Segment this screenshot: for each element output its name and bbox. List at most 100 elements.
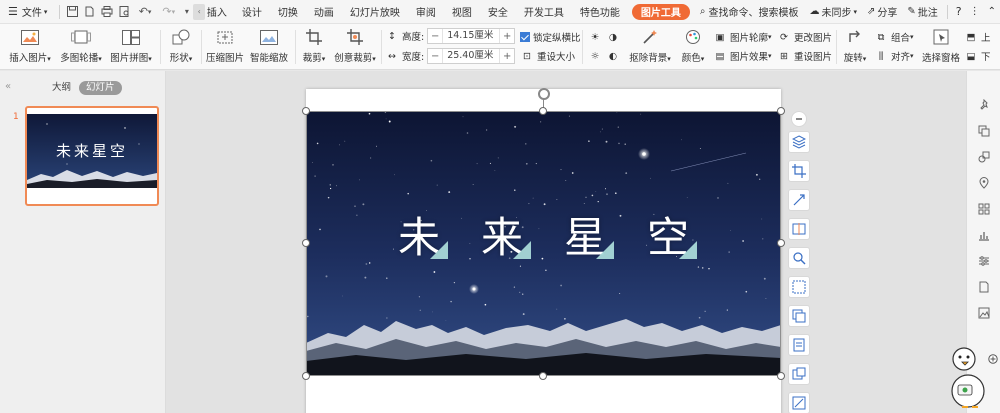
help-label: ? bbox=[955, 5, 962, 18]
picture-resize-icon[interactable] bbox=[788, 363, 810, 385]
sync-button[interactable]: ☁ 未同步 ▾ bbox=[804, 0, 862, 24]
help-button[interactable]: ? bbox=[952, 0, 966, 24]
print-icon[interactable] bbox=[99, 0, 116, 24]
picture-style-icon[interactable] bbox=[788, 392, 810, 413]
tab-outline[interactable]: 大纲 bbox=[45, 81, 78, 95]
tab-view[interactable]: 视图 bbox=[444, 0, 480, 24]
selection-pane-icon bbox=[930, 27, 952, 47]
location-icon[interactable] bbox=[976, 175, 992, 191]
picture-to-text-icon[interactable] bbox=[788, 305, 810, 327]
resize-handle-left[interactable] bbox=[302, 239, 310, 247]
picture-collage-button[interactable]: 图片拼图▾ bbox=[108, 24, 154, 70]
command-search[interactable]: ⌕ 查找命令、搜索模板 bbox=[694, 0, 805, 24]
picture-beautify-icon[interactable] bbox=[788, 334, 810, 356]
decrement-button[interactable]: − bbox=[428, 51, 442, 62]
insert-picture-button[interactable]: 插入图片▾ bbox=[8, 24, 52, 70]
tab-animation[interactable]: 动画 bbox=[306, 0, 342, 24]
tab-security[interactable]: 安全 bbox=[480, 0, 516, 24]
save-icon[interactable] bbox=[64, 0, 81, 24]
share-icon: ⇗ bbox=[867, 6, 876, 17]
lock-ratio-checkbox[interactable]: 锁定纵横比 bbox=[520, 29, 581, 45]
compress-picture-button[interactable]: 压缩图片 bbox=[205, 24, 245, 70]
decrement-button[interactable]: − bbox=[428, 31, 442, 42]
tab-scroll-left-icon[interactable]: ‹ bbox=[193, 3, 205, 20]
tab-design[interactable]: 设计 bbox=[234, 0, 270, 24]
align-button[interactable]: ⫼ 对齐 ▾ bbox=[874, 48, 914, 64]
send-backward-button[interactable]: ⬓ 下 bbox=[964, 48, 991, 64]
layers-icon[interactable] bbox=[788, 131, 810, 153]
settings-sliders-icon[interactable] bbox=[976, 253, 992, 269]
chart-icon[interactable] bbox=[976, 227, 992, 243]
file-menu[interactable]: ☰ 文件 ▾ bbox=[0, 0, 55, 24]
export-pdf-icon[interactable] bbox=[81, 0, 98, 24]
resize-handle-bottom[interactable] bbox=[539, 372, 547, 380]
convert-icon[interactable] bbox=[788, 276, 810, 298]
tab-developer[interactable]: 开发工具 bbox=[516, 0, 572, 24]
shape-button[interactable]: 形状▾ bbox=[164, 24, 198, 70]
height-stepper[interactable]: − 14.15厘米 + bbox=[427, 28, 516, 44]
width-stepper[interactable]: − 25.40厘米 + bbox=[427, 48, 516, 64]
slide-title[interactable]: 未 来 星 空 bbox=[306, 215, 781, 261]
pin-icon[interactable] bbox=[976, 97, 992, 113]
redo-icon[interactable]: ↷ ▾ bbox=[157, 0, 180, 24]
height-value[interactable]: 14.15厘米 bbox=[442, 29, 501, 43]
tab-transition[interactable]: 切换 bbox=[270, 0, 306, 24]
remove-background-button[interactable]: 抠除背景▾ bbox=[626, 24, 674, 70]
resize-handle-top[interactable] bbox=[539, 107, 547, 115]
change-picture-button[interactable]: ⟳ 更改图片 bbox=[777, 29, 832, 45]
tab-slides[interactable]: 幻灯片 bbox=[79, 81, 122, 95]
slide-thumbnail[interactable]: 未来星空 bbox=[25, 106, 159, 206]
tab-special[interactable]: 特色功能 bbox=[572, 0, 628, 24]
zoom-picture-icon[interactable] bbox=[788, 247, 810, 269]
reset-picture-button[interactable]: ⊞ 重设图片 bbox=[777, 48, 832, 64]
tab-picture-tools[interactable]: 图片工具 bbox=[631, 3, 690, 20]
width-value[interactable]: 25.40厘米 bbox=[442, 49, 501, 63]
increment-button[interactable]: + bbox=[500, 51, 514, 62]
tab-review[interactable]: 审阅 bbox=[408, 0, 444, 24]
color-button[interactable]: 颜色▾ bbox=[676, 24, 710, 70]
brightness-down-icon[interactable]: ☼ bbox=[588, 48, 605, 64]
brightness-up-icon[interactable]: ☀ bbox=[588, 29, 605, 45]
smart-scale-button[interactable]: 智能缩放 bbox=[249, 24, 289, 70]
shape-label: 形状 bbox=[169, 53, 189, 64]
resize-handle-right[interactable] bbox=[777, 239, 785, 247]
multi-outline-button[interactable]: 多图轮播▾ bbox=[58, 24, 104, 70]
compare-icon[interactable] bbox=[788, 218, 810, 240]
grid-icon[interactable] bbox=[976, 201, 992, 217]
increment-button[interactable]: + bbox=[500, 31, 514, 42]
zoom-out-icon[interactable] bbox=[791, 111, 807, 127]
rotate-button[interactable]: 旋转▾ bbox=[840, 24, 870, 70]
contrast-down-icon[interactable]: ◐ bbox=[606, 48, 623, 64]
image-tools-icon[interactable] bbox=[976, 305, 992, 321]
starry-sky-picture[interactable]: 未 来 星 空 bbox=[306, 111, 781, 376]
collapse-ribbon-icon[interactable]: ⌃ bbox=[984, 0, 1000, 24]
shapes-icon[interactable] bbox=[976, 149, 992, 165]
picture-outline-button[interactable]: ▣ 图片轮廓 ▾ bbox=[713, 29, 772, 45]
more-menu-icon[interactable]: ⋮ bbox=[966, 0, 984, 24]
picture-effect-button[interactable]: ▤ 图片效果 ▾ bbox=[713, 48, 772, 64]
reset-size-button[interactable]: ⊡ 重设大小 bbox=[520, 48, 575, 64]
selection-pane-button[interactable]: 选择窗格 bbox=[921, 24, 961, 70]
resize-handle-top-left[interactable] bbox=[302, 107, 310, 115]
crop-icon[interactable] bbox=[788, 160, 810, 182]
rotation-handle[interactable] bbox=[538, 88, 550, 100]
comment-button[interactable]: ✎ 批注 bbox=[902, 0, 942, 24]
tab-slideshow[interactable]: 幻灯片放映 bbox=[342, 0, 408, 24]
share-button[interactable]: ⇗ 分享 bbox=[862, 0, 902, 24]
resize-handle-bottom-left[interactable] bbox=[302, 372, 310, 380]
undo-icon[interactable]: ↶ ▾ bbox=[133, 0, 158, 24]
tab-insert[interactable]: 插入 bbox=[207, 0, 234, 24]
resize-handle-top-right[interactable] bbox=[777, 107, 785, 115]
more-icon[interactable]: ▾ bbox=[180, 0, 193, 24]
contrast-up-icon[interactable]: ◑ bbox=[606, 29, 623, 45]
divider bbox=[59, 4, 61, 19]
document-icon[interactable] bbox=[976, 279, 992, 295]
group-button[interactable]: ⧉ 组合 ▾ bbox=[874, 29, 914, 45]
bring-forward-button[interactable]: ⬒ 上 bbox=[964, 29, 991, 45]
image-edit-icon[interactable] bbox=[788, 189, 810, 211]
print-preview-icon[interactable] bbox=[116, 0, 133, 24]
crop-button[interactable]: 裁剪▾ bbox=[299, 24, 329, 70]
resize-handle-bottom-right[interactable] bbox=[777, 372, 785, 380]
copy-icon[interactable] bbox=[976, 123, 992, 139]
creative-crop-button[interactable]: 创意裁剪▾ bbox=[332, 24, 378, 70]
